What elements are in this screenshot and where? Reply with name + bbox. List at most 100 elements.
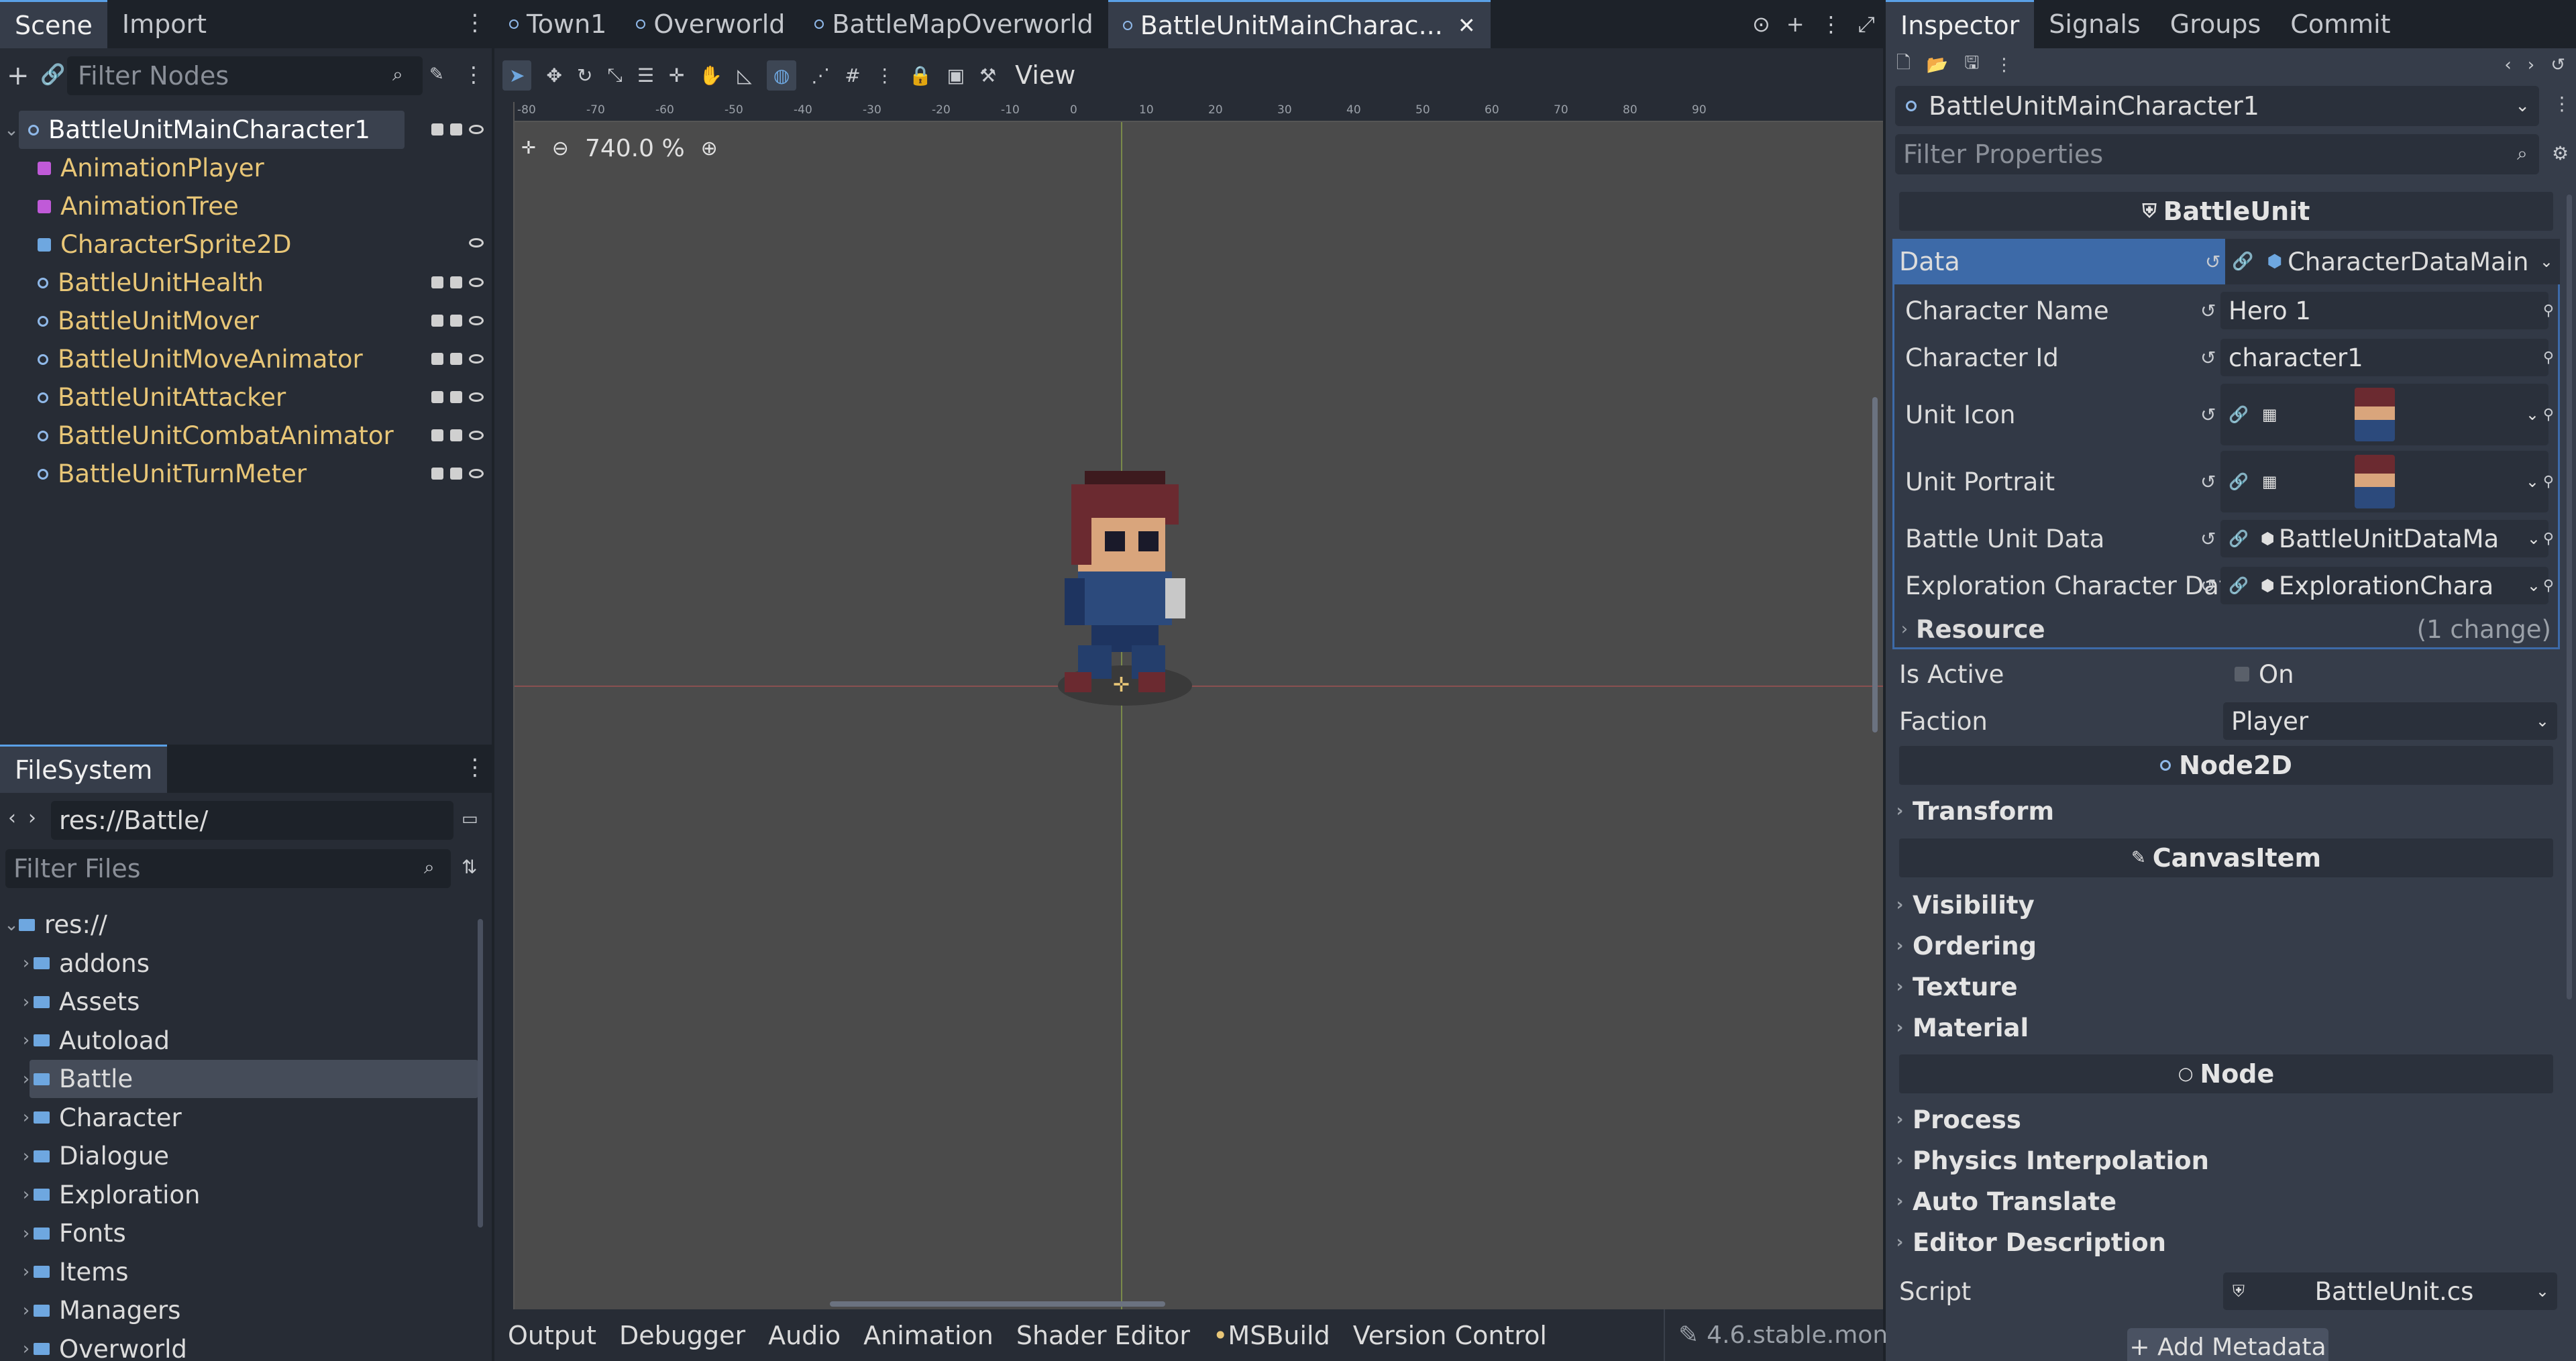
bottom-tab[interactable]: Shader Editor xyxy=(1016,1321,1190,1350)
distraction-free-icon[interactable]: ⤢ xyxy=(1858,11,1875,38)
file-tree-item[interactable]: › Managers xyxy=(0,1291,478,1329)
list-select-icon[interactable]: ☰ xyxy=(637,64,654,87)
file-tree-item[interactable]: › Assets xyxy=(0,983,478,1021)
chevron-down-icon[interactable]: ⌄ xyxy=(4,915,19,935)
pin-icon[interactable]: ⚲ xyxy=(2543,474,2554,490)
filesystem-scrollbar[interactable] xyxy=(478,919,483,1228)
open-resource-icon[interactable]: 📂 xyxy=(1927,55,1948,75)
zoom-out-icon[interactable]: ⊖ xyxy=(552,137,569,160)
bottom-tab[interactable]: Debugger xyxy=(619,1321,745,1350)
snap-menu-icon[interactable]: ⋮ xyxy=(875,64,894,87)
scene-tree-item[interactable]: BattleUnitAttacker xyxy=(0,378,492,417)
text-field[interactable]: character1 xyxy=(2220,339,2548,376)
grid-icon[interactable]: # xyxy=(845,64,860,87)
data-property-row[interactable]: Data ↺ 🔗 ⬢ CharacterDataMain ⌄ xyxy=(1892,239,2560,284)
scene-tree-item[interactable]: BattleUnitMoveAnimator xyxy=(0,340,492,378)
visibility-icon[interactable] xyxy=(469,392,484,402)
scene-tree-item[interactable]: CharacterSprite2D xyxy=(0,225,492,264)
save-resource-icon[interactable]: 🖫 xyxy=(1964,50,1979,80)
property-group[interactable]: › Physics Interpolation xyxy=(1892,1141,2209,1180)
new-resource-icon[interactable]: 🗋 xyxy=(1896,50,1911,80)
move-tool-icon[interactable]: ✥ xyxy=(546,64,561,87)
file-tree-item[interactable]: › Exploration xyxy=(0,1176,478,1214)
path-field[interactable]: res://Battle/ xyxy=(51,801,453,840)
pivot-tool-icon[interactable]: ✛ xyxy=(669,64,684,87)
inspector-scrollbar[interactable] xyxy=(2567,195,2572,999)
property-options-icon[interactable]: ⚙ xyxy=(2552,142,2569,164)
ruler-tool-icon[interactable]: ◺ xyxy=(737,64,752,87)
link-icon[interactable]: 🔗 xyxy=(40,63,65,87)
select-tool-icon[interactable]: ➤ xyxy=(502,60,532,91)
file-tree-item[interactable]: › Dialogue xyxy=(0,1137,478,1175)
script-icon[interactable] xyxy=(450,315,462,327)
add-metadata-button[interactable]: + Add Metadata xyxy=(2127,1328,2328,1361)
sort-icon[interactable]: ⇅ xyxy=(462,856,477,878)
chevron-right-icon[interactable]: › xyxy=(19,1107,34,1128)
history-back-icon[interactable]: ‹ xyxy=(2504,55,2511,75)
property-group[interactable]: › Editor Description xyxy=(1892,1223,2166,1262)
chevron-down-icon[interactable]: ⌄ xyxy=(2527,576,2540,595)
script-icon[interactable] xyxy=(450,123,462,135)
editor-tab[interactable]: BattleUnitMainCharac... ✕ xyxy=(1108,0,1491,48)
chevron-right-icon[interactable]: › xyxy=(19,1146,34,1166)
tab-import[interactable]: Import xyxy=(107,0,221,48)
visibility-icon[interactable] xyxy=(469,469,484,478)
visibility-icon[interactable] xyxy=(469,316,484,325)
script-icon[interactable]: ✎ xyxy=(429,64,444,85)
history-forward-icon[interactable]: › xyxy=(2528,55,2534,75)
object-selector[interactable]: BattleUnitMainCharacter1 ⌄ xyxy=(1895,86,2539,126)
property-group[interactable]: › Process xyxy=(1892,1100,2021,1139)
chevron-right-icon[interactable]: › xyxy=(19,1069,34,1089)
instance-icon[interactable] xyxy=(431,315,443,327)
editor-tab[interactable]: Town1 xyxy=(494,0,621,48)
tabs-menu-icon[interactable]: ⋮ xyxy=(1820,11,1841,37)
zoom-level[interactable]: 740.0 % xyxy=(585,135,685,162)
file-tree-item[interactable]: › Autoload xyxy=(0,1022,478,1060)
zoom-in-icon[interactable]: ⊕ xyxy=(701,137,718,160)
right-dock-tab[interactable]: Commit xyxy=(2275,0,2405,48)
pin-icon[interactable]: ⚲ xyxy=(2543,531,2554,547)
revert-icon[interactable]: ↺ xyxy=(2200,471,2216,493)
revert-icon[interactable]: ↺ xyxy=(2200,404,2216,426)
center-view-icon[interactable]: ✛ xyxy=(521,138,536,158)
scene-tree-item[interactable]: AnimationTree xyxy=(0,187,492,225)
tab-filesystem[interactable]: FileSystem xyxy=(0,745,168,793)
filter-properties-input[interactable] xyxy=(1895,134,2539,174)
property-group[interactable]: › Visibility xyxy=(1892,885,2035,924)
chevron-right-icon[interactable]: › xyxy=(19,1223,34,1244)
instance-icon[interactable] xyxy=(431,468,443,480)
faction-dropdown[interactable]: Player ⌄ xyxy=(2223,702,2557,740)
chevron-right-icon[interactable]: › xyxy=(19,1339,34,1359)
resource-picker[interactable]: 🔗 ⬢ BattleUnitDataMa ⌄ xyxy=(2220,520,2548,557)
resource-menu-icon[interactable]: ⋮ xyxy=(1995,55,2012,75)
script-icon[interactable] xyxy=(450,353,462,365)
pin-icon[interactable]: ⚲ xyxy=(2543,349,2554,366)
bottom-tab[interactable]: Output xyxy=(508,1321,596,1350)
scene-tree-item[interactable]: BattleUnitHealth xyxy=(0,264,492,302)
data-resource-picker[interactable]: 🔗 ⬢ CharacterDataMain ⌄ xyxy=(2225,239,2560,284)
rotate-tool-icon[interactable]: ↻ xyxy=(577,64,592,87)
texture-picker[interactable]: 🔗 ▦ ⌄ xyxy=(2220,451,2548,512)
instance-icon[interactable] xyxy=(431,276,443,288)
viewport-h-scrollbar[interactable] xyxy=(830,1301,1165,1307)
forward-icon[interactable]: › xyxy=(28,806,36,830)
right-dock-tab[interactable]: Signals xyxy=(2034,0,2155,48)
file-tree-item[interactable]: › Battle xyxy=(23,1060,478,1098)
chevron-right-icon[interactable]: › xyxy=(19,1185,34,1205)
property-group[interactable]: › Auto Translate xyxy=(1892,1182,2117,1221)
revert-icon[interactable]: ↺ xyxy=(2200,575,2216,597)
editor-tab[interactable]: Overworld xyxy=(621,0,800,48)
resource-group-row[interactable]: › Resource (1 change) xyxy=(1894,610,2558,648)
visibility-icon[interactable] xyxy=(469,354,484,364)
file-tree-item[interactable]: › Items xyxy=(0,1253,478,1291)
scene-tree-item[interactable]: AnimationPlayer xyxy=(0,149,492,187)
bottom-tab[interactable]: •MSBuild xyxy=(1213,1321,1330,1350)
is-active-checkbox[interactable]: On xyxy=(2235,660,2294,689)
text-field[interactable]: Hero 1 xyxy=(2220,292,2548,329)
instance-icon[interactable] xyxy=(431,123,443,135)
chevron-right-icon[interactable]: › xyxy=(19,1301,34,1321)
close-icon[interactable]: ✕ xyxy=(1458,13,1476,38)
chevron-down-icon[interactable]: ⌄ xyxy=(2527,529,2540,548)
visibility-icon[interactable] xyxy=(469,431,484,440)
add-node-icon[interactable]: + xyxy=(7,60,30,91)
